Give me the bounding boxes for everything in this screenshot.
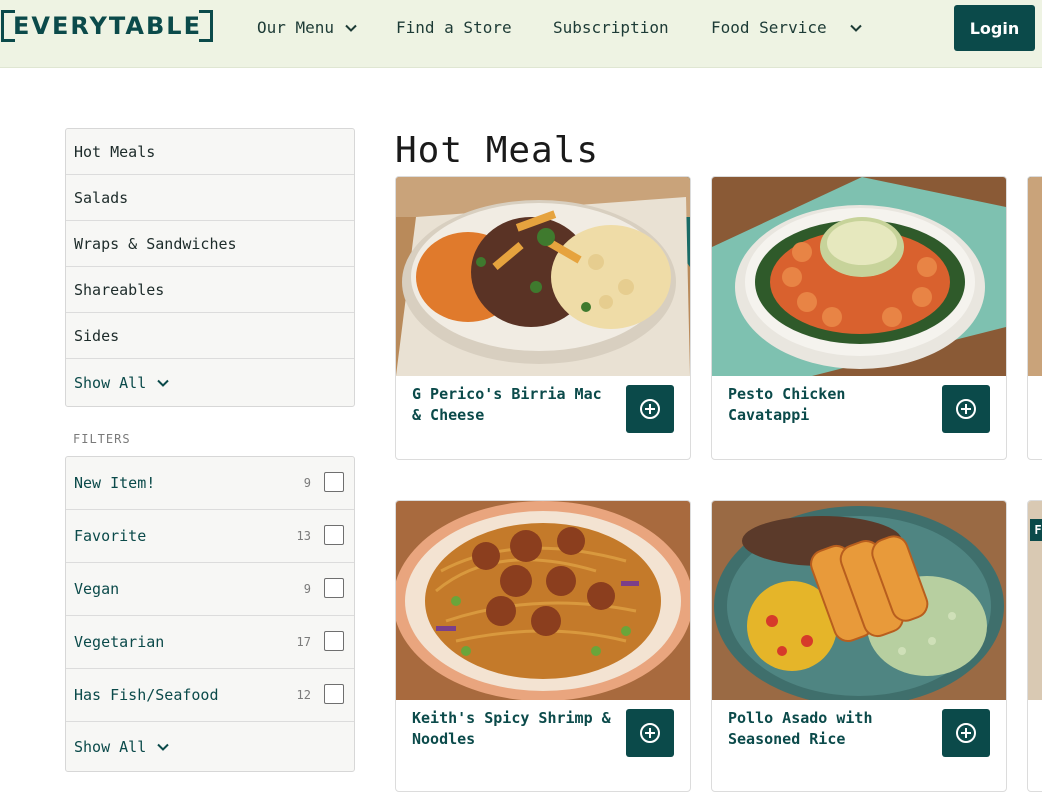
product-card[interactable]: Keith's Spicy Shrimp & Noodles xyxy=(395,500,691,792)
filters-heading: FILTERS xyxy=(73,432,131,446)
filter-count: 9 xyxy=(303,476,311,490)
login-button[interactable]: Login xyxy=(954,5,1035,51)
filter-item-favorite[interactable]: Favorite 13 xyxy=(66,510,354,563)
add-to-cart-button[interactable] xyxy=(626,385,674,433)
plus-circle-icon xyxy=(640,399,660,419)
nav-food-service[interactable]: Food Service xyxy=(711,17,863,39)
everytable-logo[interactable]: EVERYTABLE xyxy=(1,10,213,42)
login-label: Login xyxy=(969,18,1020,38)
product-image-partial[interactable]: F xyxy=(1028,501,1042,700)
category-item-sides[interactable]: Sides xyxy=(66,313,354,359)
category-item-hot-meals[interactable]: Hot Meals xyxy=(66,129,354,175)
categories-show-all-button[interactable]: Show All xyxy=(66,359,354,406)
category-label: Sides xyxy=(74,326,120,345)
nav-our-menu-label: Our Menu xyxy=(257,18,335,37)
product-image-partial[interactable] xyxy=(1028,177,1042,376)
product-card-partial[interactable] xyxy=(1027,176,1042,460)
plate-shrimp-noodles-icon[interactable] xyxy=(396,501,690,700)
show-all-label: Show All xyxy=(74,373,147,392)
filter-count: 9 xyxy=(303,582,311,596)
filter-label: New Item! xyxy=(74,474,156,492)
plate-pollo-asado-icon[interactable] xyxy=(712,501,1006,700)
product-badge: F xyxy=(1030,519,1042,541)
filter-checkbox[interactable] xyxy=(324,525,344,545)
filter-count: 17 xyxy=(296,635,311,649)
plus-circle-icon xyxy=(956,723,976,743)
product-card[interactable]: G Perico's Birria Mac & Cheese xyxy=(395,176,691,460)
bowl-birria-mac-icon[interactable] xyxy=(396,177,690,376)
category-item-wraps-sandwiches[interactable]: Wraps & Sandwiches xyxy=(66,221,354,267)
plate-pesto-pasta-icon[interactable] xyxy=(712,177,1006,376)
product-card[interactable]: Pollo Asado with Seasoned Rice xyxy=(711,500,1007,792)
nav-our-menu[interactable]: Our Menu xyxy=(257,17,358,39)
add-to-cart-button[interactable] xyxy=(942,385,990,433)
add-to-cart-button[interactable] xyxy=(626,709,674,757)
logo-text: EVERYTABLE xyxy=(13,12,202,40)
category-list: Hot Meals Salads Wraps & Sandwiches Shar… xyxy=(65,128,355,407)
filter-label: Vegetarian xyxy=(74,633,165,651)
filter-item-vegan[interactable]: Vegan 9 xyxy=(66,563,354,616)
filter-checkbox[interactable] xyxy=(324,578,344,598)
chevron-down-icon xyxy=(156,376,170,390)
filter-label: Vegan xyxy=(74,580,120,598)
product-name[interactable]: G Perico's Birria Mac & Cheese xyxy=(412,384,612,426)
nav-subscription[interactable]: Subscription xyxy=(553,17,669,39)
filters-show-all-button[interactable]: Show All xyxy=(66,722,354,771)
chevron-down-icon xyxy=(156,740,170,754)
plus-circle-icon xyxy=(956,399,976,419)
filter-label: Favorite xyxy=(74,527,147,545)
page-title: Hot Meals xyxy=(395,130,600,171)
filter-list: New Item! 9 Favorite 13 Vegan 9 Vegetari… xyxy=(65,456,355,772)
nav-food-service-label: Food Service xyxy=(711,18,827,37)
filter-item-has-fish-seafood[interactable]: Has Fish/Seafood 12 xyxy=(66,669,354,722)
plus-circle-icon xyxy=(640,723,660,743)
nav-find-a-store-label: Find a Store xyxy=(396,18,512,37)
nav-subscription-label: Subscription xyxy=(553,18,669,37)
site-header: EVERYTABLE Our Menu Find a Store Subscri… xyxy=(0,0,1042,68)
filter-count: 13 xyxy=(296,529,311,543)
filter-item-vegetarian[interactable]: Vegetarian 17 xyxy=(66,616,354,669)
add-to-cart-button[interactable] xyxy=(942,709,990,757)
product-card-partial[interactable]: F xyxy=(1027,500,1042,792)
show-all-label: Show All xyxy=(74,737,147,756)
category-label: Salads xyxy=(74,188,129,207)
category-label: Shareables xyxy=(74,280,165,299)
category-item-shareables[interactable]: Shareables xyxy=(66,267,354,313)
nav-find-a-store[interactable]: Find a Store xyxy=(396,17,512,39)
category-label: Wraps & Sandwiches xyxy=(74,234,237,253)
filter-label: Has Fish/Seafood xyxy=(74,686,219,704)
product-card[interactable]: Pesto Chicken Cavatappi xyxy=(711,176,1007,460)
category-label: Hot Meals xyxy=(74,142,156,161)
filter-item-new-item[interactable]: New Item! 9 xyxy=(66,457,354,510)
chevron-down-icon xyxy=(344,21,358,35)
product-name[interactable]: Pesto Chicken Cavatappi xyxy=(728,384,928,426)
product-name[interactable]: Keith's Spicy Shrimp & Noodles xyxy=(412,708,612,750)
filter-checkbox[interactable] xyxy=(324,472,344,492)
product-name[interactable]: Pollo Asado with Seasoned Rice xyxy=(728,708,928,750)
category-item-salads[interactable]: Salads xyxy=(66,175,354,221)
chevron-down-icon xyxy=(849,21,863,35)
filter-checkbox[interactable] xyxy=(324,684,344,704)
filter-checkbox[interactable] xyxy=(324,631,344,651)
filter-count: 12 xyxy=(296,688,311,702)
